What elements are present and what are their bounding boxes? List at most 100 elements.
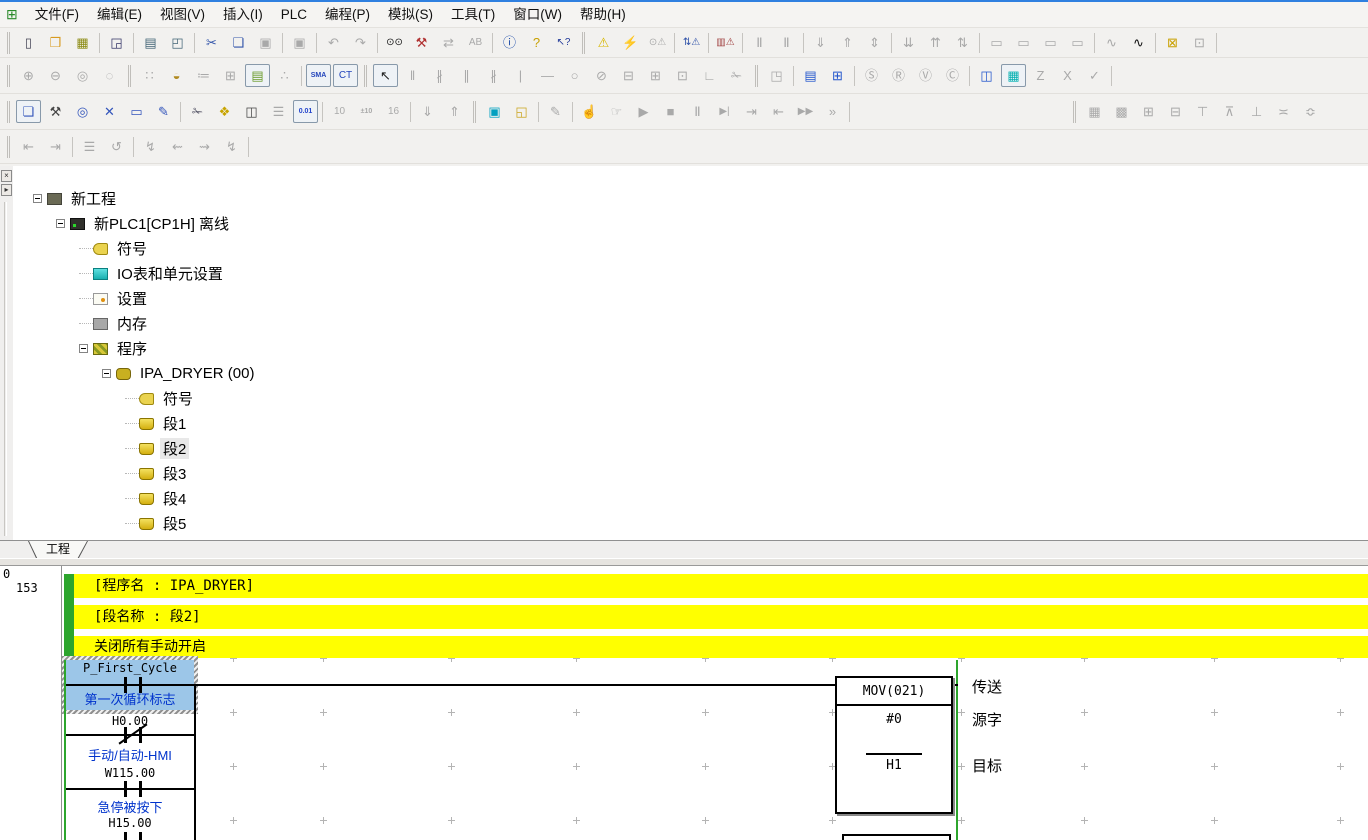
- comment-upload-icon[interactable]: ⇑: [442, 100, 467, 123]
- terminal-rail-icon-4[interactable]: ≍: [1271, 100, 1296, 123]
- zoom-in-icon[interactable]: ⊕: [16, 64, 41, 87]
- pause-icon[interactable]: Ⅱ: [774, 31, 799, 54]
- horizontal-wire-icon[interactable]: —: [535, 64, 560, 87]
- toolbar-handle[interactable]: [7, 136, 10, 158]
- watch-window-icon[interactable]: ◎: [70, 100, 95, 123]
- menu-tools[interactable]: 工具(T): [442, 7, 504, 22]
- menu-program[interactable]: 编程(P): [316, 7, 379, 22]
- partial-download-icon[interactable]: ⇊: [896, 31, 921, 54]
- force-reset-icon[interactable]: Ⓡ: [886, 64, 911, 87]
- project-workspace-icon[interactable]: ❏: [16, 100, 41, 123]
- menu-insert[interactable]: 插入(I): [214, 7, 272, 22]
- tree-item-section-2[interactable]: 段2: [13, 436, 1368, 461]
- find-icon[interactable]: ⊙⊙: [382, 31, 407, 54]
- horizontal-splitter[interactable]: [0, 558, 1368, 566]
- info-icon[interactable]: ⓘ: [497, 31, 522, 54]
- paste-special-icon[interactable]: ▣: [287, 31, 312, 54]
- step-in-icon[interactable]: ⇥: [739, 100, 764, 123]
- decimal-icon[interactable]: 10: [327, 100, 352, 123]
- function-block-icon[interactable]: ⊡: [670, 64, 695, 87]
- or-closed-contact-icon[interactable]: ∦: [481, 64, 506, 87]
- toolbar-handle[interactable]: [7, 32, 10, 54]
- section-name-banner[interactable]: [段名称 : 段2]: [74, 605, 1368, 629]
- tree-item-symbols[interactable]: 符号: [13, 236, 1368, 261]
- sma-icon[interactable]: SMA: [306, 64, 331, 87]
- monitor-4-icon[interactable]: ▭: [1065, 31, 1090, 54]
- mnemonic-view-icon[interactable]: ∴: [272, 64, 297, 87]
- toolbar-handle[interactable]: [128, 65, 131, 87]
- tree-item-io-table[interactable]: IO表和单元设置: [13, 261, 1368, 286]
- io-comment-view-icon[interactable]: ◫: [239, 100, 264, 123]
- cut-icon[interactable]: ✂: [199, 31, 224, 54]
- download-plc-icon[interactable]: ⇓: [808, 31, 833, 54]
- menu-edit[interactable]: 编辑(E): [88, 7, 151, 22]
- transfer-check-icon[interactable]: ⇅⚠: [679, 31, 704, 54]
- online-edit-icon[interactable]: ✎: [543, 100, 568, 123]
- cancel-force-icon[interactable]: Ⓒ: [940, 64, 965, 87]
- next-instruction-block-partial[interactable]: [842, 834, 951, 840]
- toolbar-handle[interactable]: [755, 65, 758, 87]
- address-reference-window-icon[interactable]: ▭: [124, 100, 149, 123]
- block-list-icon[interactable]: ⊞: [825, 64, 850, 87]
- pause-monitor-icon[interactable]: Ⅱ: [747, 31, 772, 54]
- program-name-banner[interactable]: [程序名 : IPA_DRYER]: [74, 574, 1368, 598]
- tree-item-task-ipa-dryer[interactable]: IPA_DRYER (00): [13, 361, 1368, 386]
- pause-simulation-icon[interactable]: ☝: [577, 100, 602, 123]
- hex-icon[interactable]: 16: [381, 100, 406, 123]
- contact-address[interactable]: H15.00: [64, 816, 196, 830]
- tree-item-section-3[interactable]: 段3: [13, 461, 1368, 486]
- watch-x-icon[interactable]: X: [1055, 64, 1080, 87]
- tree-item-section-5[interactable]: 段5: [13, 511, 1368, 536]
- instruction-operand-destination[interactable]: H1: [837, 758, 951, 773]
- watch-z-icon[interactable]: Z: [1028, 64, 1053, 87]
- tree-item-section-1[interactable]: 段1: [13, 411, 1368, 436]
- tree-item-new-project[interactable]: 新工程: [13, 186, 1368, 211]
- dock-handle[interactable]: [4, 202, 7, 536]
- rung-comment-list-icon[interactable]: ☰: [77, 135, 102, 158]
- expander-minus-icon[interactable]: [33, 194, 42, 203]
- undo-icon[interactable]: ↶: [321, 31, 346, 54]
- toolbar-handle[interactable]: [473, 101, 476, 123]
- data-table-icon-3[interactable]: ⊞: [1136, 100, 1161, 123]
- expander-minus-icon[interactable]: [56, 219, 65, 228]
- go-to-error-icon[interactable]: ↯: [219, 135, 244, 158]
- show-comments-icon[interactable]: ◒: [164, 64, 189, 87]
- ct-icon[interactable]: CT: [333, 64, 358, 87]
- or-contact-icon[interactable]: ∥: [454, 64, 479, 87]
- output-window-icon[interactable]: ⚒: [43, 100, 68, 123]
- properties-icon[interactable]: ✎: [151, 100, 176, 123]
- expander-minus-icon[interactable]: [79, 344, 88, 353]
- go-to-rung-end-icon[interactable]: ⇝: [192, 135, 217, 158]
- monitor-2-icon[interactable]: ▭: [1011, 31, 1036, 54]
- pause-run-icon[interactable]: Ⅱ: [685, 100, 710, 123]
- data-table-icon-2[interactable]: ▩: [1109, 100, 1134, 123]
- data-table-icon-1[interactable]: ▦: [1082, 100, 1107, 123]
- local-symbols-icon[interactable]: ❖: [212, 100, 237, 123]
- help-icon[interactable]: ?: [524, 31, 549, 54]
- open-file-icon[interactable]: ❒: [43, 31, 68, 54]
- zoom-out-icon[interactable]: ⊖: [43, 64, 68, 87]
- menu-file[interactable]: 文件(F): [26, 7, 88, 22]
- watch-ok-icon[interactable]: ✓: [1082, 64, 1107, 87]
- upload-plc-icon[interactable]: ⇑: [835, 31, 860, 54]
- search-error-icon[interactable]: ⊙⚠: [645, 31, 670, 54]
- context-help-icon[interactable]: ↖?: [551, 31, 576, 54]
- tree-item-programs[interactable]: 程序: [13, 336, 1368, 361]
- print-preview-doc-icon[interactable]: ◲: [104, 31, 129, 54]
- menu-help[interactable]: 帮助(H): [571, 7, 635, 22]
- toolbar-handle[interactable]: [1073, 101, 1076, 123]
- revert-comment-icon[interactable]: ↺: [104, 135, 129, 158]
- tab-project[interactable]: 工程: [29, 541, 87, 558]
- go-to-rung-start-icon[interactable]: ⇜: [165, 135, 190, 158]
- zoom-fit-icon[interactable]: ◎: [70, 64, 95, 87]
- terminal-rail-icon-1[interactable]: ⊤: [1190, 100, 1215, 123]
- time-chart-icon[interactable]: ∿: [1126, 31, 1151, 54]
- instruction-operand-icon[interactable]: ⊞: [643, 64, 668, 87]
- grid-icon[interactable]: ∷: [137, 64, 162, 87]
- menu-window[interactable]: 窗口(W): [504, 7, 571, 22]
- toolbar-handle[interactable]: [7, 65, 10, 87]
- closed-contact-icon[interactable]: ∦: [427, 64, 452, 87]
- new-file-icon[interactable]: ▯: [16, 31, 41, 54]
- data-table-icon-4[interactable]: ⊟: [1163, 100, 1188, 123]
- tree-item-task-symbols[interactable]: 符号: [13, 386, 1368, 411]
